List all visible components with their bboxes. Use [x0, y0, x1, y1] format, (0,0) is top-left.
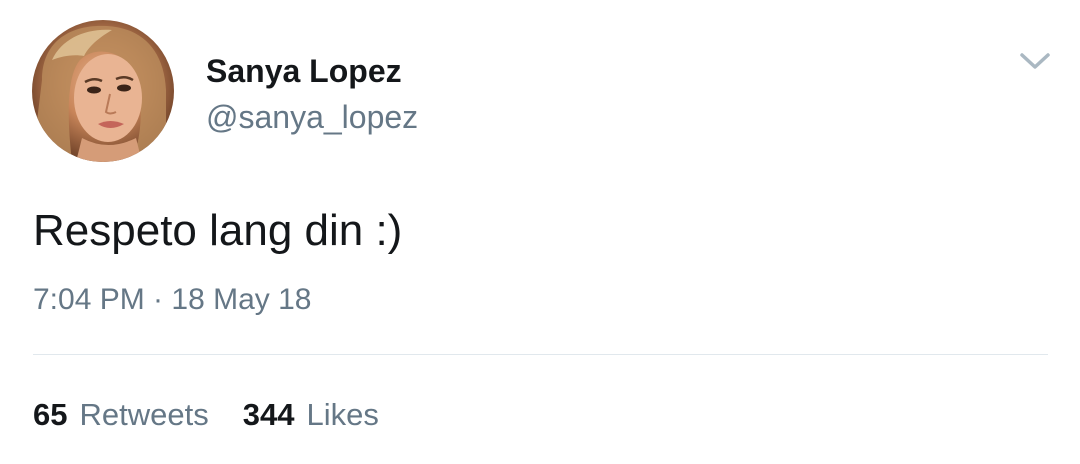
tweet-menu-button[interactable] — [1018, 48, 1052, 74]
avatar-photo — [32, 25, 166, 162]
avatar[interactable] — [32, 20, 174, 162]
tweet-stats: 65 Retweets 344 Likes — [33, 396, 379, 434]
likes-count: 344 — [242, 397, 295, 432]
retweets-label: Retweets — [79, 397, 209, 432]
tweet-text: Respeto lang din :) — [33, 206, 403, 255]
tweet-timestamp[interactable]: 7:04 PM · 18 May 18 — [33, 282, 311, 318]
likes-label: Likes — [306, 397, 379, 432]
divider — [33, 354, 1048, 355]
user-handle[interactable]: @sanya_lopez — [206, 98, 418, 136]
display-name[interactable]: Sanya Lopez — [206, 52, 402, 90]
chevron-down-icon — [1020, 53, 1050, 69]
retweets-stat[interactable]: 65 Retweets — [33, 396, 209, 434]
likes-stat[interactable]: 344 Likes — [243, 396, 379, 434]
retweets-count: 65 — [33, 397, 68, 432]
